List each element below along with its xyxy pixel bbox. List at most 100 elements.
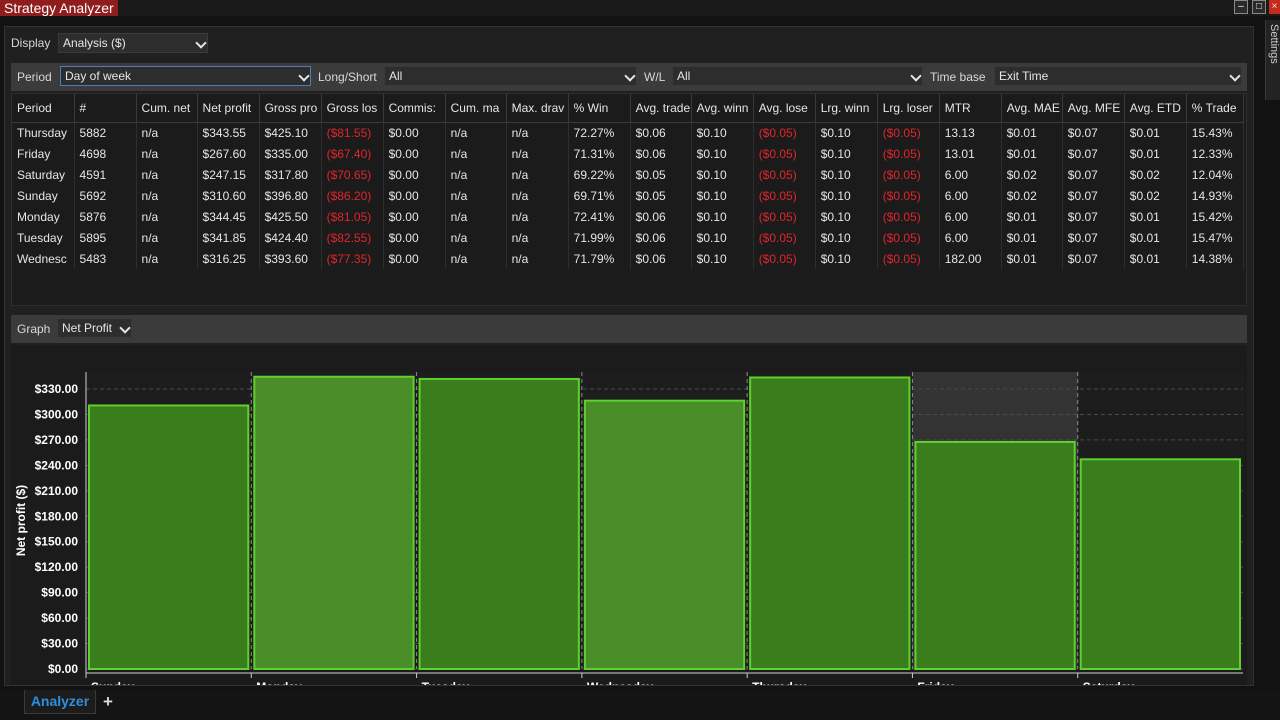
column-header[interactable]: Cum. net [136, 94, 198, 123]
table-cell: $0.07 [1062, 227, 1125, 248]
table-cell: 13.01 [939, 143, 1002, 164]
time-base-select[interactable]: Exit Time [994, 66, 1242, 86]
display-label: Display [11, 36, 51, 50]
table-cell: Friday [12, 143, 75, 164]
table-cell: 6.00 [939, 206, 1002, 227]
table-cell: 71.31% [568, 143, 631, 164]
table-cell: ($0.05) [753, 122, 816, 143]
table-cell: $0.07 [1062, 248, 1125, 269]
add-tab-button[interactable]: + [98, 692, 118, 712]
table-cell: 72.27% [568, 122, 631, 143]
table-row[interactable]: Wednesc 5483 n/a $316.25 $393.60 ($77.35) $0.0… [12, 248, 1245, 269]
column-header[interactable]: Period [12, 94, 75, 123]
column-header[interactable]: Cum. ma [445, 94, 507, 123]
table-cell: $0.02 [1124, 164, 1187, 185]
table-cell: n/a [136, 164, 198, 185]
x-tick-label: Wednesday [587, 680, 654, 685]
table-cell: $0.10 [691, 248, 754, 269]
table-cell: $0.05 [630, 164, 692, 185]
table-cell: n/a [445, 248, 507, 269]
table-cell: n/a [506, 164, 569, 185]
column-header[interactable]: Gross los [321, 94, 384, 123]
table-cell: $0.01 [1001, 143, 1063, 164]
y-tick-label: $240.00 [35, 458, 79, 472]
table-row[interactable]: Monday 5876 n/a $344.45 $425.50 ($81.05) $0.00… [12, 206, 1245, 227]
table-cell: $0.00 [383, 143, 446, 164]
column-header[interactable]: Avg. MFE [1062, 94, 1125, 123]
table-cell: n/a [136, 143, 198, 164]
table-cell: Sunday [12, 185, 75, 206]
graph-bar: Graph Net Profit [11, 315, 1247, 343]
table-cell: n/a [506, 227, 569, 248]
table-cell: ($86.20) [321, 185, 384, 206]
column-header[interactable]: Max. drav [506, 94, 569, 123]
table-cell: $0.06 [630, 122, 692, 143]
chart-bar [88, 404, 250, 671]
graph-label: Graph [17, 322, 51, 336]
table-cell: ($0.05) [753, 164, 816, 185]
column-header[interactable]: Avg. winn [691, 94, 754, 123]
table-cell: n/a [445, 143, 507, 164]
column-header[interactable]: Net profit [197, 94, 260, 123]
table-row[interactable]: Tuesday 5895 n/a $341.85 $424.40 ($82.55) $0.0… [12, 227, 1245, 248]
table-row[interactable]: Thursday 5882 n/a $343.55 $425.10 ($81.55) $0.… [12, 122, 1245, 143]
table-row[interactable]: Saturday 4591 n/a $247.15 $317.80 ($70.65) $0.… [12, 164, 1245, 185]
table-cell: $0.05 [630, 185, 692, 206]
close-button[interactable]: × [1269, 0, 1280, 14]
chart-panel: $0.00 $30.00 $60.00 $90.00 $120.00 $150.00 $18… [11, 345, 1247, 708]
column-header[interactable]: Lrg. loser [877, 94, 940, 123]
maximize-button[interactable]: □ [1252, 0, 1266, 14]
column-header[interactable]: Avg. trade [630, 94, 692, 123]
minimize-button[interactable]: – [1234, 0, 1248, 14]
long-short-select[interactable]: All [384, 66, 637, 86]
table-cell: ($0.05) [753, 248, 816, 269]
table-row[interactable]: Sunday 5692 n/a $310.60 $396.80 ($86.20) $0.00… [12, 185, 1245, 206]
column-header[interactable]: Commis: [383, 94, 446, 123]
table-cell: $247.15 [197, 164, 260, 185]
table-cell: $0.10 [691, 227, 754, 248]
table-cell: Tuesday [12, 227, 75, 248]
chart-bar [1079, 458, 1241, 670]
long-short-label: Long/Short [318, 70, 377, 84]
column-header[interactable]: % Win [568, 94, 631, 123]
table-cell: 72.41% [568, 206, 631, 227]
chart-bar [253, 375, 415, 671]
graph-select[interactable]: Net Profit [57, 318, 132, 338]
chart-bar [914, 440, 1076, 671]
y-tick-label: $210.00 [35, 484, 79, 498]
table-cell: Thursday [12, 122, 75, 143]
column-header[interactable]: Lrg. winn [815, 94, 878, 123]
display-select[interactable]: Analysis ($) [58, 33, 208, 53]
tab-analyzer[interactable]: Analyzer [24, 690, 96, 714]
table-cell: 4698 [74, 143, 137, 164]
wl-select[interactable]: All [672, 66, 923, 86]
table-cell: ($0.05) [753, 227, 816, 248]
y-tick-label: $30.00 [41, 637, 78, 651]
column-header[interactable]: Avg. MAE [1001, 94, 1063, 123]
y-tick-label: $60.00 [41, 611, 78, 625]
y-axis-title: Net profit ($) [14, 485, 28, 556]
column-header[interactable]: Avg. lose [753, 94, 816, 123]
settings-side-tab[interactable]: Settings [1265, 20, 1280, 100]
x-tick-label: Sunday [91, 680, 135, 685]
tab-bar: Analyzer + [0, 690, 1280, 720]
table-row[interactable]: Friday 4698 n/a $267.60 $335.00 ($67.40) $0.00… [12, 143, 1245, 164]
table-cell: n/a [445, 122, 507, 143]
column-header[interactable]: MTR [939, 94, 1002, 123]
settings-tab-label: Settings [1268, 24, 1280, 64]
table-cell: $0.02 [1124, 185, 1187, 206]
table-cell: $396.80 [259, 185, 322, 206]
table-cell: $393.60 [259, 248, 322, 269]
table-cell: 15.42% [1186, 206, 1245, 227]
chart-bar [583, 399, 746, 671]
x-tick-label: Thursday [752, 680, 806, 685]
table-cell: $0.02 [1001, 185, 1063, 206]
column-header[interactable]: # [74, 94, 137, 123]
table-cell: 13.13 [939, 122, 1002, 143]
table-cell: n/a [445, 227, 507, 248]
column-header[interactable]: Gross pro [259, 94, 322, 123]
column-header[interactable]: % Trade [1186, 94, 1245, 123]
x-tick-label: Tuesday [422, 680, 470, 685]
period-select[interactable]: Day of week [60, 66, 311, 86]
column-header[interactable]: Avg. ETD [1124, 94, 1187, 123]
